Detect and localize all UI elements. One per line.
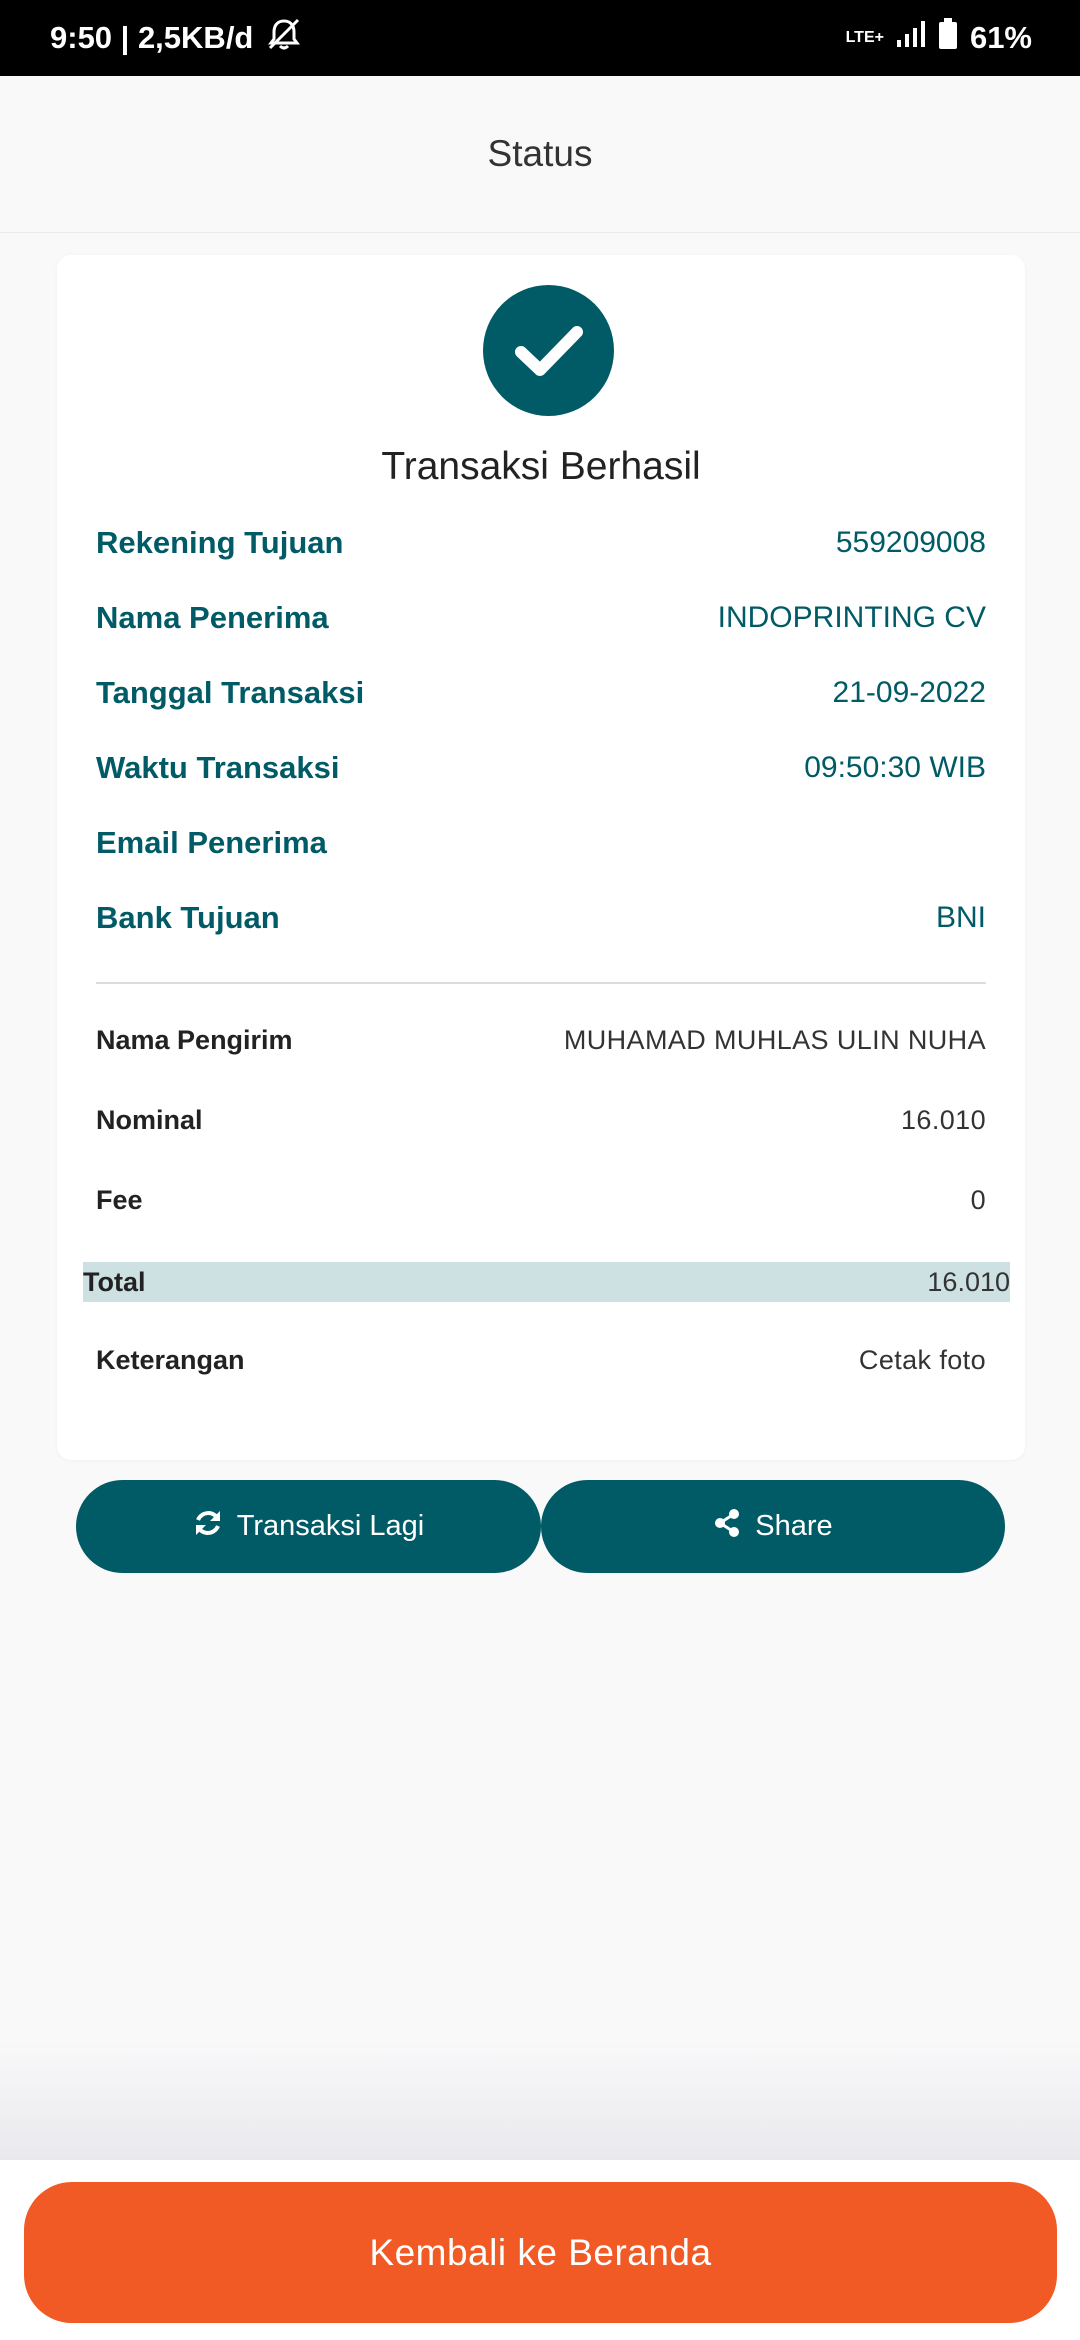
detail-label: Bank Tujuan	[96, 900, 280, 935]
summary-value: MUHAMAD MUHLAS ULIN NUHA	[563, 1025, 986, 1055]
transaksi-lagi-label: Transaksi Lagi	[236, 1510, 425, 1542]
app-header: Status	[0, 76, 1080, 233]
status-bar: 9:50 | 2,5KB/d LTE+ 61%	[0, 0, 1080, 76]
detail-label: Nama Penerima	[96, 600, 329, 635]
summary-label: Nama Pengirim	[96, 1025, 293, 1055]
detail-label: Waktu Transaksi	[96, 750, 340, 785]
detail-row-tanggal: Tanggal Transaksi 21-09-2022	[96, 675, 986, 711]
check-icon	[483, 285, 614, 416]
detail-label: Rekening Tujuan	[96, 525, 344, 560]
kembali-ke-beranda-button[interactable]: Kembali ke Beranda	[24, 2182, 1057, 2323]
summary-label: Fee	[96, 1185, 143, 1215]
transaksi-lagi-button[interactable]: Transaksi Lagi	[76, 1480, 541, 1573]
detail-label: Tanggal Transaksi	[96, 675, 365, 710]
summary-value: 16.010	[901, 1105, 986, 1135]
status-time-speed: 9:50 | 2,5KB/d	[50, 20, 254, 55]
note-label: Keterangan	[96, 1345, 245, 1375]
note-row: Keterangan Cetak foto	[96, 1345, 986, 1376]
detail-value: BNI	[935, 901, 986, 934]
page-title: Status	[487, 133, 593, 174]
share-icon	[713, 1508, 741, 1546]
refresh-icon	[193, 1508, 223, 1546]
result-title: Transaksi Berhasil	[381, 445, 701, 488]
share-label: Share	[755, 1510, 833, 1542]
signal-icon	[896, 20, 926, 56]
battery-level: 61%	[969, 20, 1032, 55]
detail-row-bank: Bank Tujuan BNI	[96, 900, 986, 936]
total-row: Total 16.010	[83, 1262, 1010, 1302]
detail-value: 21-09-2022	[832, 676, 986, 709]
detail-row-email: Email Penerima	[96, 825, 986, 861]
summary-label: Nominal	[96, 1105, 203, 1135]
detail-value: 09:50:30 WIB	[804, 751, 986, 784]
detail-label: Email Penerima	[96, 825, 327, 860]
total-value: 16.010	[927, 1266, 1010, 1297]
detail-value: INDOPRINTING CV	[717, 601, 986, 634]
battery-icon	[938, 18, 958, 58]
detail-row-rekening: Rekening Tujuan 559209008	[96, 525, 986, 561]
detail-row-penerima: Nama Penerima INDOPRINTING CV	[96, 600, 986, 636]
receipt-card: Transaksi Berhasil Rekening Tujuan 55920…	[57, 255, 1025, 1460]
share-button[interactable]: Share	[541, 1480, 1005, 1573]
detail-row-waktu: Waktu Transaksi 09:50:30 WIB	[96, 750, 986, 786]
network-type: LTE+	[845, 29, 884, 46]
summary-row-nominal: Nominal 16.010	[96, 1105, 986, 1136]
bottom-fade	[0, 2040, 1080, 2160]
detail-value: 559209008	[835, 526, 986, 559]
note-value: Cetak foto	[858, 1345, 986, 1375]
summary-row-pengirim: Nama Pengirim MUHAMAD MUHLAS ULIN NUHA	[96, 1025, 986, 1056]
mute-icon	[265, 17, 303, 59]
divider	[96, 982, 986, 984]
kembali-ke-beranda-label: Kembali ke Beranda	[369, 2231, 712, 2273]
summary-row-fee: Fee 0	[96, 1185, 986, 1216]
summary-value: 0	[970, 1185, 986, 1215]
total-label: Total	[83, 1266, 146, 1297]
